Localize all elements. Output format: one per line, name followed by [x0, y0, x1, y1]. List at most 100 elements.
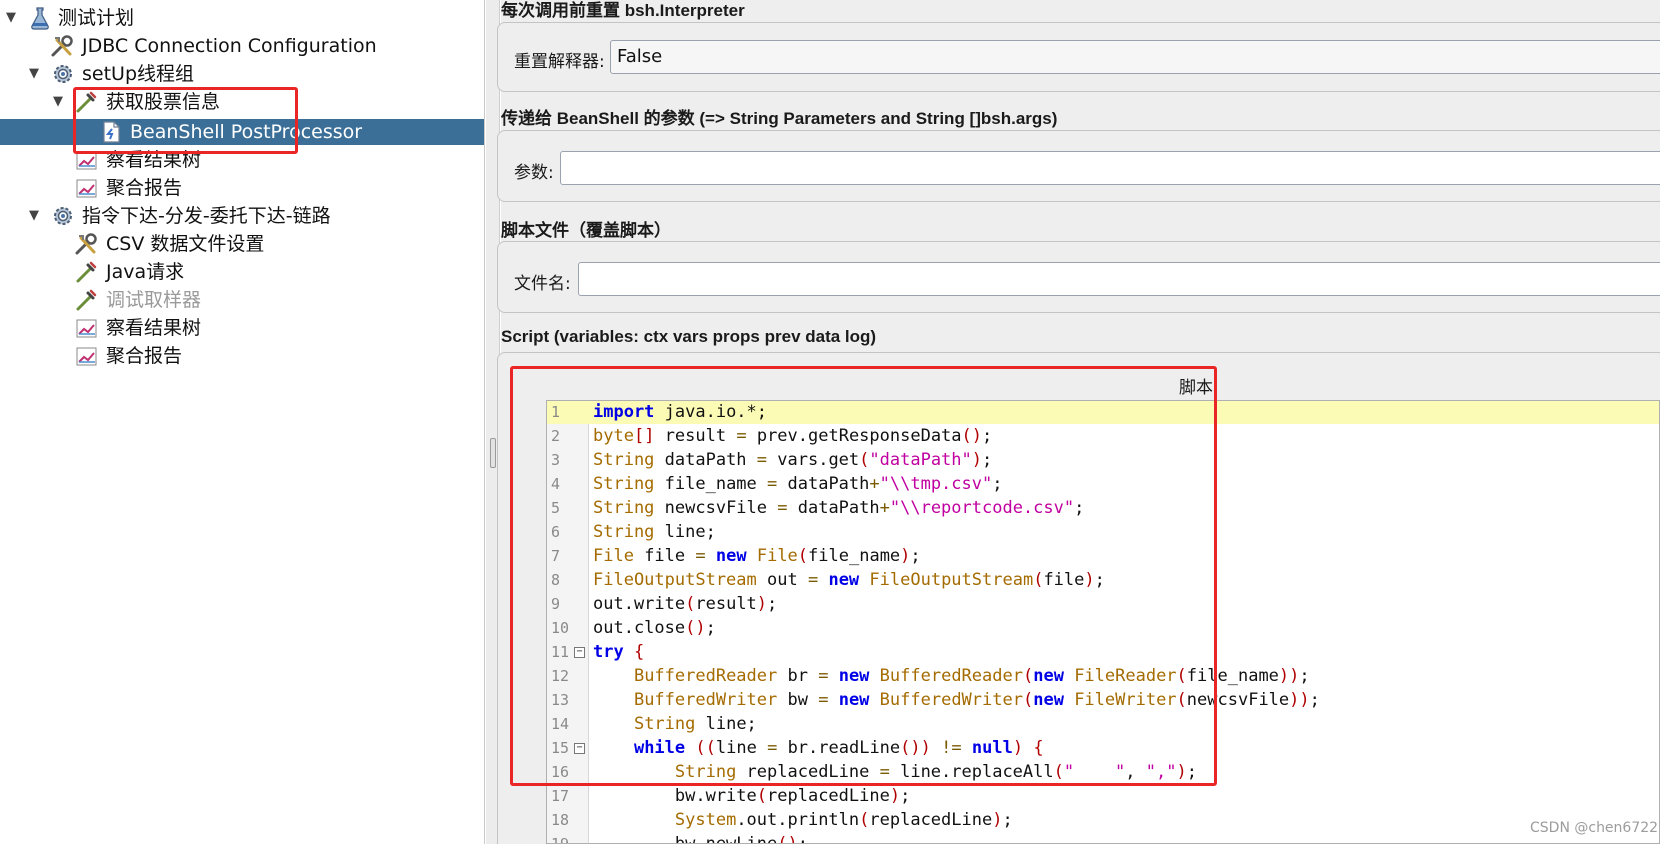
line-number: 12: [551, 667, 570, 685]
code-text: import java.io.*;: [593, 402, 768, 422]
code-line[interactable]: 3 String dataPath = vars.get("dataPath");: [547, 448, 1659, 472]
reset-group: 重置解释器: False: [497, 22, 1660, 92]
tree-item[interactable]: 察看结果树: [0, 147, 484, 173]
tree-item[interactable]: ▼ setUp线程组: [0, 61, 484, 87]
script-editor[interactable]: 1 import java.io.*; 2 byte[] result = prev.…: [546, 400, 1660, 844]
script-file-group: 文件名:: [497, 241, 1660, 313]
flask-icon: [28, 6, 56, 30]
tree-item[interactable]: 调试取样器: [0, 287, 484, 313]
code-text: String newcsvFile = dataPath+"\\reportco…: [593, 498, 1085, 518]
code-text: FileOutputStream out = new FileOutputStr…: [593, 570, 1105, 590]
params-label: 参数:: [514, 163, 554, 183]
code-text: out.close();: [593, 618, 716, 638]
code-line[interactable]: 16 String replacedLine = line.replaceAll…: [547, 760, 1659, 784]
reset-interpreter-select[interactable]: False: [610, 40, 1660, 74]
code-text: bw.write(replacedLine);: [593, 786, 911, 806]
code-text: while ((line = br.readLine()) != null) {: [633, 738, 1044, 758]
line-number: 13: [551, 691, 570, 709]
code-text: BufferedReader br = new BufferedReader(n…: [633, 666, 1310, 686]
expand-toggle-icon[interactable]: ▼: [29, 203, 39, 229]
code-line[interactable]: 8 FileOutputStream out = new FileOutputSt…: [547, 568, 1659, 592]
tree-item[interactable]: 聚合报告: [0, 175, 484, 201]
params-group: 参数:: [497, 130, 1660, 202]
graph-icon: [74, 148, 102, 172]
pipette-icon: [74, 288, 102, 312]
code-line[interactable]: 19 bw.newLine();: [547, 832, 1659, 844]
code-line[interactable]: 13 BufferedWriter bw = new BufferedWrite…: [547, 688, 1659, 712]
tree-item-label: JDBC Connection Configuration: [82, 35, 377, 57]
line-number: 3: [551, 451, 561, 469]
fold-toggle-icon[interactable]: −: [574, 647, 585, 658]
line-number: 19: [551, 835, 570, 844]
tree-item-label: 获取股票信息: [106, 91, 221, 113]
wrench-icon: [50, 34, 78, 58]
line-number: 4: [551, 475, 561, 493]
code-line[interactable]: 17 bw.write(replacedLine);: [547, 784, 1659, 808]
filename-label: 文件名:: [514, 274, 571, 294]
code-text: BufferedWriter bw = new BufferedWriter(n…: [633, 690, 1320, 710]
csdn-watermark: CSDN @chen6722: [1530, 820, 1659, 836]
code-line[interactable]: 15− while ((line = br.readLine()) != nul…: [547, 736, 1659, 760]
code-line[interactable]: 6 String line;: [547, 520, 1659, 544]
beanshell-config-panel: 每次调用前重置 bsh.Interpreter 重置解释器: False 传递给…: [497, 0, 1660, 844]
params-section-title: 传递给 BeanShell 的参数 (=> String Parameters …: [501, 109, 1058, 128]
code-line[interactable]: 4 String file_name = dataPath+"\\tmp.csv"…: [547, 472, 1659, 496]
code-line[interactable]: 1 import java.io.*;: [547, 401, 1659, 424]
tree-item-label: Java请求: [106, 261, 185, 283]
code-line[interactable]: 9 out.write(result);: [547, 592, 1659, 616]
tree-item-label: 察看结果树: [106, 317, 202, 339]
line-number: 16: [551, 763, 570, 781]
document-icon: [98, 120, 126, 144]
gear-icon: [50, 204, 78, 228]
params-input[interactable]: [560, 151, 1660, 185]
tree-item[interactable]: 察看结果树: [0, 315, 484, 341]
code-text: String line;: [593, 522, 716, 542]
tree-item[interactable]: JDBC Connection Configuration: [0, 33, 484, 59]
code-line[interactable]: 2 byte[] result = prev.getResponseData();: [547, 424, 1659, 448]
tree-item[interactable]: 聚合报告: [0, 343, 484, 369]
filename-input[interactable]: [578, 262, 1660, 296]
line-number: 8: [551, 571, 561, 589]
tree-item-label: setUp线程组: [82, 63, 195, 85]
reset-section-title: 每次调用前重置 bsh.Interpreter: [501, 1, 745, 20]
code-line[interactable]: 10 out.close();: [547, 616, 1659, 640]
tree-item[interactable]: Java请求: [0, 259, 484, 285]
splitter-grip-icon[interactable]: [490, 438, 496, 468]
line-number: 14: [551, 715, 570, 733]
tree-item-label: 聚合报告: [106, 345, 183, 367]
line-number: 1: [551, 403, 561, 421]
gear-icon: [50, 62, 78, 86]
tree-item[interactable]: ▼ 获取股票信息: [0, 89, 484, 115]
script-section-title: Script (variables: ctx vars props prev d…: [501, 327, 877, 346]
code-line[interactable]: 14 String line;: [547, 712, 1659, 736]
tree-item[interactable]: BeanShell PostProcessor: [0, 119, 484, 145]
tree-item-label: 察看结果树: [106, 149, 202, 171]
pipette-icon: [74, 90, 102, 114]
expand-toggle-icon[interactable]: ▼: [6, 5, 16, 31]
test-plan-tree[interactable]: ▼ 测试计划 JDBC Connection Configuration ▼ setUp…: [0, 0, 485, 844]
code-text: String line;: [633, 714, 757, 734]
graph-icon: [74, 316, 102, 340]
code-text: byte[] result = prev.getResponseData();: [593, 426, 993, 446]
code-text: File file = new File(file_name);: [593, 546, 921, 566]
wrench-icon: [74, 232, 102, 256]
graph-icon: [74, 176, 102, 200]
code-text: out.write(result);: [593, 594, 778, 614]
script-caption: 脚本: [1179, 378, 1213, 398]
code-line[interactable]: 12 BufferedReader br = new BufferedReade…: [547, 664, 1659, 688]
line-number: 17: [551, 787, 570, 805]
code-line[interactable]: 18 System.out.println(replacedLine);: [547, 808, 1659, 832]
tree-item[interactable]: CSV 数据文件设置: [0, 231, 484, 257]
fold-toggle-icon[interactable]: −: [574, 743, 585, 754]
tree-item[interactable]: ▼ 测试计划: [0, 5, 484, 31]
code-line[interactable]: 5 String newcsvFile = dataPath+"\\reportc…: [547, 496, 1659, 520]
code-line[interactable]: 11− try {: [547, 640, 1659, 664]
tree-item[interactable]: ▼ 指令下达-分发-委托下达-链路: [0, 203, 484, 229]
expand-toggle-icon[interactable]: ▼: [53, 89, 63, 115]
expand-toggle-icon[interactable]: ▼: [29, 61, 39, 87]
reset-interpreter-label: 重置解释器:: [514, 52, 605, 72]
line-number: 7: [551, 547, 561, 565]
line-number: 18: [551, 811, 570, 829]
tree-item-label: 测试计划: [58, 7, 135, 29]
code-line[interactable]: 7 File file = new File(file_name);: [547, 544, 1659, 568]
